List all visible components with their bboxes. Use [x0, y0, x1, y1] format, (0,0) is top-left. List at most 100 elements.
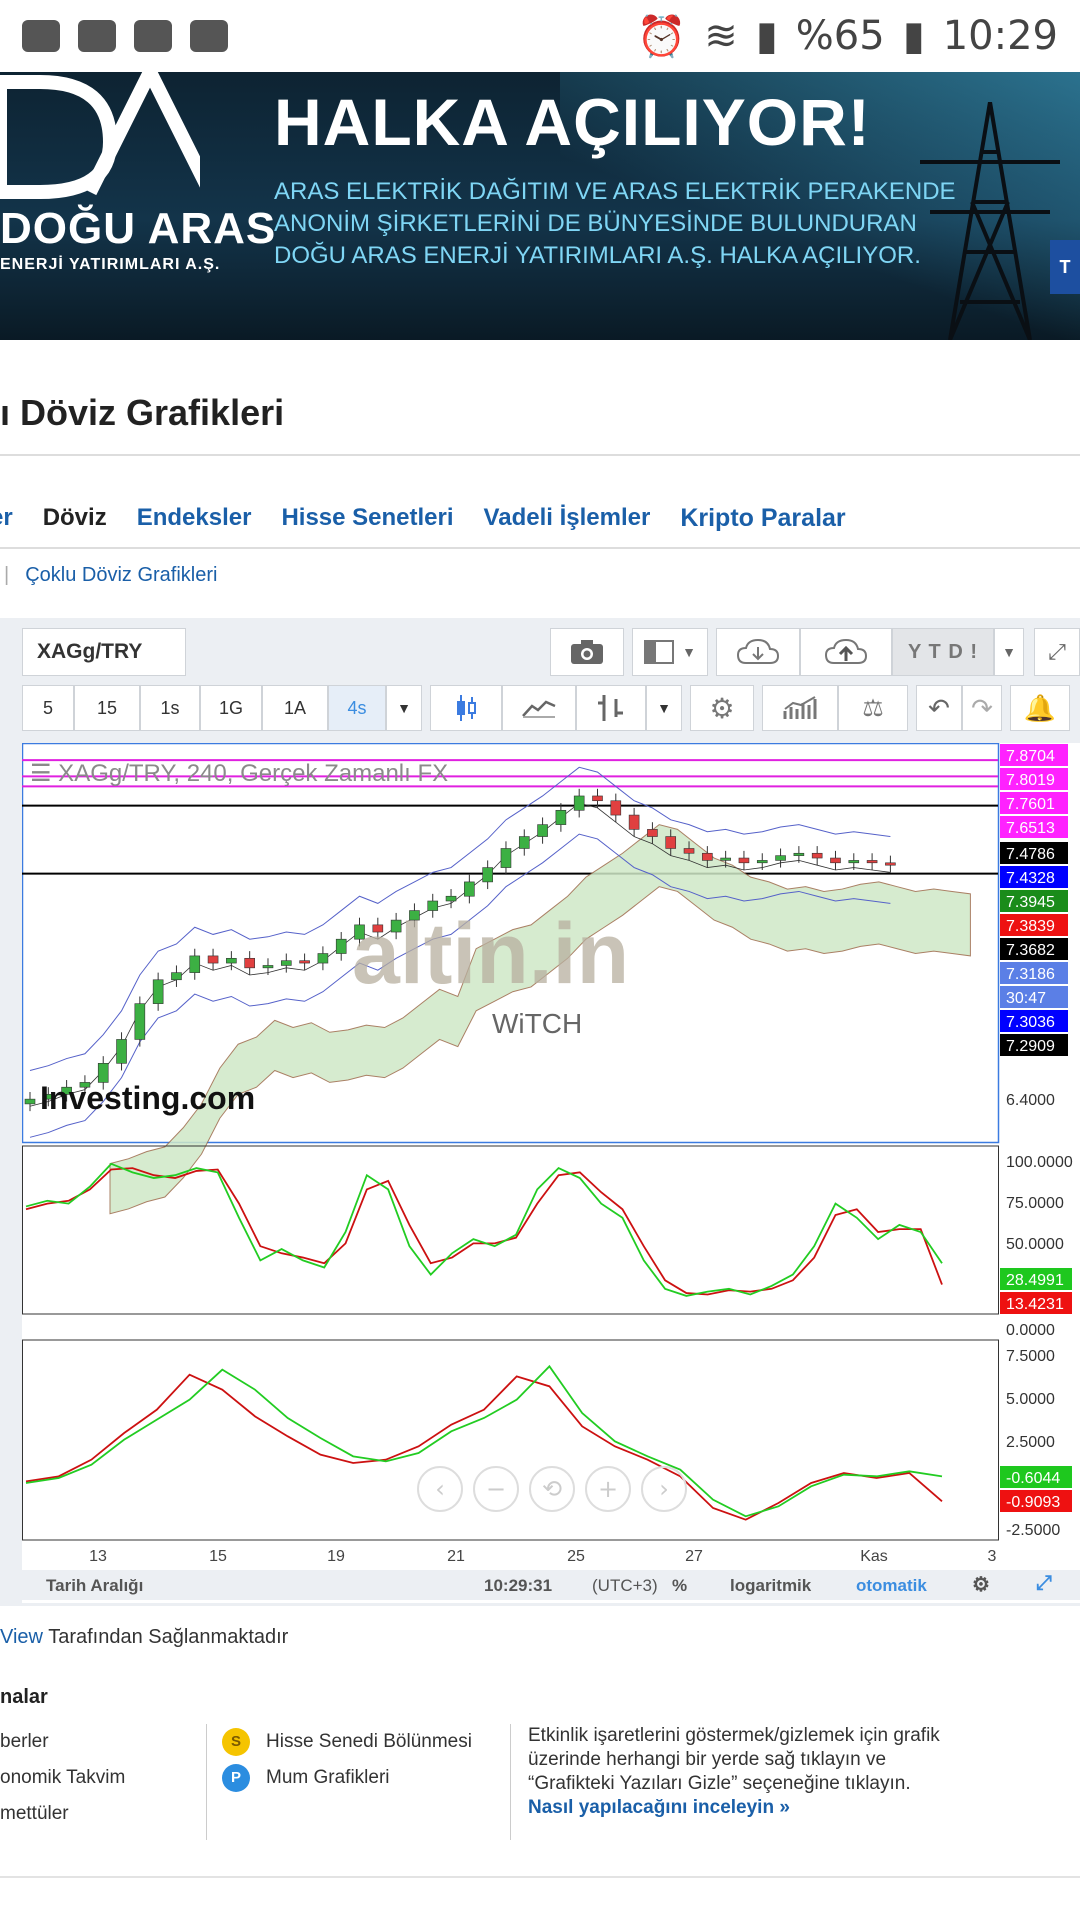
timeframe-4s[interactable]: 4s: [328, 685, 386, 731]
compare-scale-icon[interactable]: ⚖: [838, 685, 908, 731]
price-label: 6.4000: [1006, 1092, 1055, 1109]
provided-by: View Tarafından Sağlanmaktadır: [0, 1626, 288, 1649]
folder-icon: [190, 20, 228, 52]
candlestick-icon[interactable]: [430, 685, 502, 731]
line-chart-icon[interactable]: [502, 685, 576, 731]
legend-item: berler: [0, 1731, 49, 1752]
nav-item-doviz[interactable]: Döviz: [43, 504, 107, 533]
candle: [775, 855, 786, 861]
time-axis-label: 13: [89, 1548, 107, 1565]
logo-name: DOĞU ARAS: [0, 204, 277, 253]
nav-item-endeksler[interactable]: Endeksler: [137, 504, 252, 533]
undo-icon[interactable]: ↶: [916, 685, 962, 731]
timeframe-1a[interactable]: 1A: [262, 685, 328, 731]
legend-item-split: S Hisse Senedi Bölünmesi: [222, 1724, 472, 1760]
zoom-control-glyph: ⟲: [542, 1475, 562, 1503]
candle: [500, 848, 512, 868]
candle: [702, 852, 713, 861]
price-label: 7.3186: [1006, 966, 1055, 983]
time-axis-label: 27: [685, 1548, 703, 1565]
fullscreen-icon[interactable]: ⤢: [1036, 1572, 1052, 1595]
bar-chart-icon[interactable]: [576, 685, 646, 731]
candle: [152, 979, 164, 1004]
nav-item-partial[interactable]: er: [0, 504, 13, 533]
timeframe-5[interactable]: 5: [22, 685, 74, 731]
candle: [885, 862, 896, 866]
legend-column-2: S Hisse Senedi Bölünmesi P Mum Grafikleri: [222, 1724, 472, 1796]
candle: [665, 836, 677, 849]
cloud-upload-icon[interactable]: [800, 628, 892, 676]
chevron-down-icon[interactable]: ▼: [386, 685, 422, 731]
message-icon: [22, 20, 60, 52]
candle: [207, 955, 219, 964]
candle: [756, 860, 768, 864]
time-axis-label: Kas: [860, 1548, 888, 1565]
zoom-control-glyph: ‹: [435, 1475, 445, 1503]
settings-gear-icon[interactable]: ⚙: [690, 685, 754, 731]
candle: [738, 857, 750, 864]
camera-icon[interactable]: [550, 628, 624, 676]
youtube-icon: [134, 20, 172, 52]
layout-icon: [644, 640, 675, 664]
multi-currency-charts-link[interactable]: Çoklu Döviz Grafikleri: [25, 564, 217, 586]
nav-item-hisse-senetleri[interactable]: Hisse Senetleri: [281, 504, 453, 533]
candle: [518, 836, 530, 849]
split-badge-icon: S: [222, 1727, 250, 1756]
redo-icon[interactable]: ↷: [962, 685, 1002, 731]
nav-item-kripto-paralar[interactable]: Kripto Paralar: [680, 504, 845, 533]
auto-toggle[interactable]: otomatik: [856, 1576, 927, 1596]
timeframe-1s[interactable]: 1s: [140, 685, 200, 731]
how-to-link[interactable]: Nasıl yapılacağını inceleyin »: [528, 1797, 790, 1818]
price-label: 7.3839: [1006, 918, 1055, 935]
timezone: (UTC+3): [592, 1576, 658, 1595]
time-axis-label: 21: [447, 1548, 465, 1565]
witch-watermark: WiTCH: [492, 1008, 582, 1039]
cloud-download-icon[interactable]: [716, 628, 800, 676]
timeframe-1g[interactable]: 1G: [200, 685, 262, 731]
price-label: 7.3945: [1006, 894, 1055, 911]
logo-subtitle: ENERJİ YATIRIMLARI A.Ş.: [0, 256, 221, 273]
chevron-down-icon[interactable]: ▼: [646, 685, 682, 731]
symbol-input[interactable]: XAGg/TRY: [22, 628, 186, 676]
alert-bell-icon[interactable]: 🔔: [1010, 685, 1070, 731]
candle: [720, 857, 731, 861]
log-toggle[interactable]: logaritmik: [730, 1576, 811, 1596]
price-label: 7.3036: [1006, 1014, 1055, 1031]
provider-link[interactable]: View: [0, 1626, 43, 1648]
candle: [244, 957, 255, 969]
candle: [482, 867, 493, 883]
candle: [537, 824, 548, 837]
percent-toggle[interactable]: %: [672, 1576, 687, 1596]
banner-side-tab[interactable]: T: [1050, 240, 1080, 294]
timeframe-15[interactable]: 15: [74, 685, 140, 731]
fullscreen-icon[interactable]: ⤢: [1034, 628, 1080, 676]
price-chart[interactable]: ☰ XAGg/TRY, 240, Gerçek Zamanlı FX altin.…: [22, 743, 1080, 1603]
settings-gear-icon[interactable]: ⚙: [972, 1572, 990, 1597]
clock-time: 10:29:31: [484, 1576, 553, 1595]
legend-column-1: berler onomik Takvim mettüler: [0, 1724, 125, 1832]
indicators-icon[interactable]: [762, 685, 838, 731]
oscillator-axis-label: 7.5000: [1006, 1348, 1055, 1365]
events-note: Etkinlik işaretlerini göstermek/gizlemek…: [528, 1724, 958, 1820]
time-axis-label: 15: [209, 1548, 227, 1565]
price-label: 7.6513: [1006, 820, 1055, 837]
ad-banner[interactable]: DOĞU ARAS ENERJİ YATIRIMLARI A.Ş. HALKA …: [0, 72, 1080, 340]
zoom-control-glyph: −: [486, 1475, 506, 1503]
legend-item-label: Mum Grafikleri: [266, 1767, 390, 1788]
price-label: 7.4786: [1006, 846, 1055, 863]
youtube-icon: [78, 20, 116, 52]
candle: [866, 860, 878, 864]
candle: [24, 1098, 36, 1105]
candle: [280, 960, 292, 966]
candle: [848, 860, 860, 864]
layout-dropdown[interactable]: ▼: [632, 628, 708, 676]
date-range-button[interactable]: Tarih Aralığı: [46, 1576, 143, 1596]
nav-item-vadeli-islemler[interactable]: Vadeli İşlemler: [484, 504, 651, 533]
signal-icon: ▮: [755, 13, 778, 59]
chevron-down-icon: ▼: [682, 644, 696, 660]
dogu-aras-logo-icon: [0, 72, 200, 199]
price-label: 30:47: [1006, 990, 1046, 1007]
ytd-button[interactable]: Y T D !: [892, 628, 994, 676]
banner-headline: HALKA AÇILIYOR!: [274, 85, 871, 159]
chevron-down-icon[interactable]: ▼: [994, 628, 1024, 676]
